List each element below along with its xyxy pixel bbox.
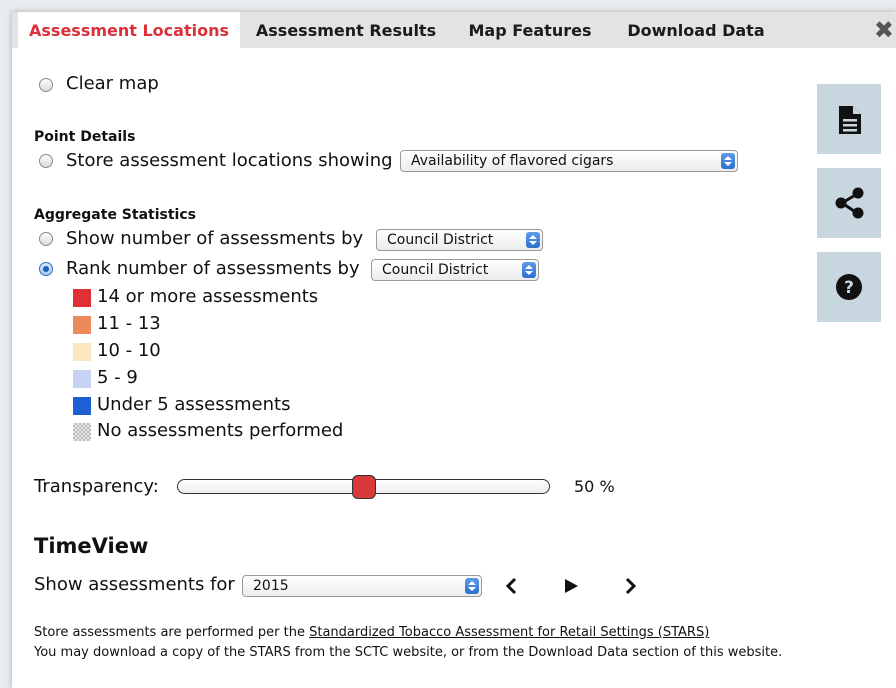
- rank-number-select-value: Council District: [382, 262, 489, 278]
- legend-label: Under 5 assessments: [97, 394, 291, 415]
- tab-bar: Assessment Locations Assessment Results …: [12, 12, 896, 48]
- transparency-value: 50 %: [574, 477, 615, 496]
- legend-swatch-5-9: [73, 370, 91, 388]
- document-icon: [839, 106, 861, 134]
- tab-map-features[interactable]: Map Features: [456, 12, 604, 48]
- point-details-label: Store assessment locations showing: [66, 150, 393, 171]
- tab-assessment-locations[interactable]: Assessment Locations: [18, 12, 240, 48]
- document-button[interactable]: [817, 84, 881, 154]
- footer-line-1: Store assessments are performed per the …: [34, 624, 709, 642]
- legend-label: 5 - 9: [97, 367, 138, 388]
- footer-line-2: You may download a copy of the STARS fro…: [34, 645, 783, 660]
- share-button[interactable]: [817, 168, 881, 238]
- point-details-select[interactable]: Availability of flavored cigars: [400, 150, 738, 172]
- select-arrows-icon: [522, 262, 536, 278]
- rank-number-label: Rank number of assessments by: [66, 258, 360, 279]
- show-number-label: Show number of assessments by: [66, 228, 364, 249]
- timeview-heading: TimeView: [34, 534, 149, 558]
- rank-number-radio[interactable]: [39, 262, 53, 276]
- next-icon[interactable]: [622, 576, 638, 596]
- help-icon: ?: [836, 274, 862, 300]
- show-number-select[interactable]: Council District: [376, 229, 543, 251]
- share-icon: [835, 187, 864, 219]
- timeview-year-value: 2015: [253, 578, 289, 594]
- previous-icon[interactable]: [504, 576, 520, 596]
- transparency-label: Transparency:: [34, 476, 159, 497]
- legend-label: 11 - 13: [97, 313, 161, 334]
- select-arrows-icon: [526, 232, 540, 248]
- tab-download-data[interactable]: Download Data: [616, 12, 776, 48]
- stars-link[interactable]: Standardized Tobacco Assessment for Reta…: [309, 625, 709, 640]
- legend-swatch-none: [73, 423, 91, 441]
- transparency-slider-thumb[interactable]: [351, 475, 376, 499]
- point-details-heading: Point Details: [34, 129, 136, 145]
- play-icon[interactable]: [562, 576, 580, 596]
- select-arrows-icon: [721, 153, 735, 169]
- legend-swatch-10-10: [73, 343, 91, 361]
- legend-swatch-under-5: [73, 397, 91, 415]
- point-details-radio[interactable]: [39, 154, 53, 168]
- svg-text:?: ?: [844, 278, 854, 298]
- show-number-radio[interactable]: [39, 232, 53, 246]
- select-arrows-icon: [465, 578, 479, 594]
- legend-swatch-14-plus: [73, 289, 91, 307]
- timeview-label: Show assessments for: [34, 574, 235, 595]
- help-button[interactable]: ?: [817, 252, 881, 322]
- footer-line-1-text: Store assessments are performed per the: [34, 625, 310, 640]
- clear-map-radio[interactable]: [39, 78, 53, 92]
- legend-label: 10 - 10: [97, 340, 161, 361]
- map-options-panel: Assessment Locations Assessment Results …: [12, 12, 896, 688]
- point-details-select-value: Availability of flavored cigars: [411, 153, 614, 169]
- close-icon[interactable]: ✖: [874, 18, 894, 42]
- legend-label: 14 or more assessments: [97, 286, 319, 307]
- show-number-select-value: Council District: [387, 232, 494, 248]
- tab-assessment-results[interactable]: Assessment Results: [246, 12, 446, 48]
- clear-map-label: Clear map: [66, 73, 159, 94]
- rank-number-select[interactable]: Council District: [371, 259, 539, 281]
- aggregate-statistics-heading: Aggregate Statistics: [34, 207, 196, 223]
- legend-label: No assessments performed: [97, 420, 344, 441]
- legend-swatch-11-13: [73, 316, 91, 334]
- timeview-year-select[interactable]: 2015: [242, 575, 482, 597]
